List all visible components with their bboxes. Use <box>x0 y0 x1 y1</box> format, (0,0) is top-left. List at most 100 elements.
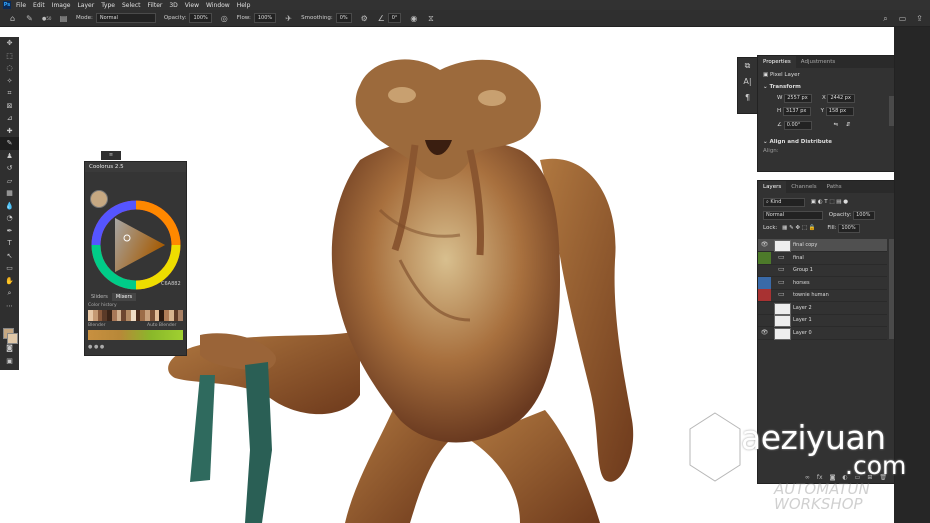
healing-tool-icon[interactable]: ✚ <box>0 125 19 138</box>
workspace-icon[interactable]: ▭ <box>898 14 907 23</box>
layer-row[interactable]: ▭ townie human <box>758 289 887 302</box>
angle-icon[interactable]: ∠ <box>377 14 386 23</box>
y-field[interactable]: 158 px <box>825 107 854 116</box>
eraser-tool-icon[interactable]: ▱ <box>0 175 19 188</box>
layer-row[interactable]: Layer 2 <box>758 302 887 315</box>
menu-select[interactable]: Select <box>122 2 141 9</box>
fill-field[interactable]: 100% <box>838 224 861 233</box>
zoom-tool-icon[interactable]: ⌕ <box>0 287 19 300</box>
align-header[interactable]: ⌄ Align and Distribute <box>758 139 894 145</box>
tab-adjustments[interactable]: Adjustments <box>796 56 840 68</box>
eye-icon[interactable]: 👁 <box>758 327 771 339</box>
path-select-icon[interactable]: ↖ <box>0 250 19 263</box>
menu-file[interactable]: File <box>16 2 26 9</box>
search-icon[interactable]: ⌕ <box>881 14 890 23</box>
brush-tool-icon[interactable]: ✎ <box>25 14 34 23</box>
flow-field[interactable]: 100% <box>253 13 277 23</box>
properties-scrollbar[interactable] <box>889 96 894 126</box>
layer-row[interactable]: 👁 Layer 0 <box>758 327 887 340</box>
brush-settings-icon[interactable]: ▤ <box>59 14 68 23</box>
symmetry-icon[interactable]: ⧖ <box>426 14 435 23</box>
color-history-swatch[interactable] <box>178 310 183 321</box>
brush-tool-icon[interactable]: ✎ <box>0 137 19 150</box>
layers-scrollbar[interactable] <box>889 239 894 339</box>
menu-3d[interactable]: 3D <box>169 2 177 9</box>
frame-tool-icon[interactable]: ⊠ <box>0 100 19 113</box>
filter-icons[interactable]: ▣ ◐ T ⬚ ▤ ● <box>811 199 848 205</box>
layer-row[interactable]: ▭ final <box>758 251 887 265</box>
x-field[interactable]: 2442 px <box>827 94 856 103</box>
blender-gradient[interactable] <box>88 330 183 340</box>
photoshop-logo-icon[interactable]: Ps <box>3 1 11 9</box>
color-panel-collapse-tab[interactable]: ≡ <box>101 151 121 160</box>
flip-vertical-icon[interactable]: ⇵ <box>846 122 851 128</box>
background-color-swatch[interactable] <box>7 333 18 344</box>
airbrush-icon[interactable]: ✈ <box>284 14 293 23</box>
paragraph-panel-icon[interactable]: ¶ <box>738 90 757 106</box>
menu-layer[interactable]: Layer <box>77 2 94 9</box>
visibility-toggle[interactable] <box>758 276 771 289</box>
blur-tool-icon[interactable]: 💧 <box>0 200 19 213</box>
opacity-field[interactable]: 100% <box>189 13 212 23</box>
smoothing-field[interactable]: 0% <box>335 13 352 23</box>
eye-icon[interactable]: 👁 <box>758 239 771 251</box>
blend-mode-select[interactable]: Normal <box>763 211 823 220</box>
gear-icon[interactable]: ⚙ <box>360 14 369 23</box>
hand-tool-icon[interactable]: ✋ <box>0 275 19 288</box>
share-icon[interactable]: ⇪ <box>915 14 924 23</box>
history-panel-icon[interactable]: ⧉ <box>738 58 757 74</box>
shape-tool-icon[interactable]: ▭ <box>0 262 19 275</box>
marquee-tool-icon[interactable]: ⬚ <box>0 50 19 63</box>
menu-image[interactable]: Image <box>52 2 71 9</box>
tab-channels[interactable]: Channels <box>786 181 821 193</box>
flip-horizontal-icon[interactable]: ⇋ <box>833 122 838 128</box>
visibility-toggle[interactable] <box>758 251 771 264</box>
hex-value[interactable]: C6A882 <box>161 281 181 287</box>
tab-layers[interactable]: Layers <box>758 181 787 193</box>
lasso-tool-icon[interactable]: ◌ <box>0 62 19 75</box>
quick-select-tool-icon[interactable]: ✧ <box>0 75 19 88</box>
menu-view[interactable]: View <box>185 2 199 9</box>
menu-window[interactable]: Window <box>206 2 230 9</box>
transform-header[interactable]: ⌄ Transform <box>758 84 894 90</box>
color-wheel[interactable] <box>89 198 183 292</box>
layer-row[interactable]: ▭ Group 1 <box>758 264 887 277</box>
tab-properties[interactable]: Properties <box>758 56 796 68</box>
crop-tool-icon[interactable]: ⌗ <box>0 87 19 100</box>
visibility-toggle[interactable] <box>758 264 771 276</box>
kind-filter-select[interactable]: ⌕ Kind <box>763 198 805 207</box>
angle-field[interactable]: 0.00° <box>783 121 812 130</box>
pressure-opacity-icon[interactable]: ◎ <box>220 14 229 23</box>
menu-edit[interactable]: Edit <box>33 2 45 9</box>
menu-help[interactable]: Help <box>237 2 251 9</box>
layer-row[interactable]: 👁 final copy <box>758 239 887 252</box>
layer-row[interactable]: ▭ horses <box>758 276 887 290</box>
angle-field[interactable]: 0° <box>387 13 402 23</box>
height-field[interactable]: 3137 px <box>782 107 811 116</box>
gradient-tool-icon[interactable]: ▦ <box>0 187 19 200</box>
width-field[interactable]: 2557 px <box>784 94 813 103</box>
visibility-toggle[interactable] <box>758 289 771 301</box>
stamp-tool-icon[interactable]: ♟ <box>0 150 19 163</box>
tab-sliders[interactable]: Sliders <box>87 293 112 301</box>
character-panel-icon[interactable]: A| <box>738 74 757 90</box>
pen-tool-icon[interactable]: ✒ <box>0 225 19 238</box>
layer-row[interactable]: Layer 1 <box>758 314 887 327</box>
type-tool-icon[interactable]: T <box>0 237 19 250</box>
menu-filter[interactable]: Filter <box>148 2 163 9</box>
screen-mode-icon[interactable]: ▣ <box>0 355 19 368</box>
visibility-toggle[interactable] <box>758 314 771 326</box>
home-icon[interactable]: ⌂ <box>8 14 17 23</box>
eyedropper-tool-icon[interactable]: ⊿ <box>0 112 19 125</box>
dodge-tool-icon[interactable]: ◔ <box>0 212 19 225</box>
brush-preset-icon[interactable]: ●50 <box>42 14 51 23</box>
visibility-toggle[interactable] <box>758 302 771 314</box>
layer-opacity-field[interactable]: 100% <box>853 211 876 220</box>
pressure-size-icon[interactable]: ◉ <box>409 14 418 23</box>
mode-select[interactable]: Normal <box>95 13 156 23</box>
lock-icons[interactable]: ▦ ✎ ✥ ⬚ 🔒 <box>782 225 815 231</box>
auto-blender-label[interactable]: Auto Blender <box>147 323 176 328</box>
more-tools-icon[interactable]: ⋯ <box>0 300 19 313</box>
tab-paths[interactable]: Paths <box>822 181 847 193</box>
history-brush-icon[interactable]: ↺ <box>0 162 19 175</box>
